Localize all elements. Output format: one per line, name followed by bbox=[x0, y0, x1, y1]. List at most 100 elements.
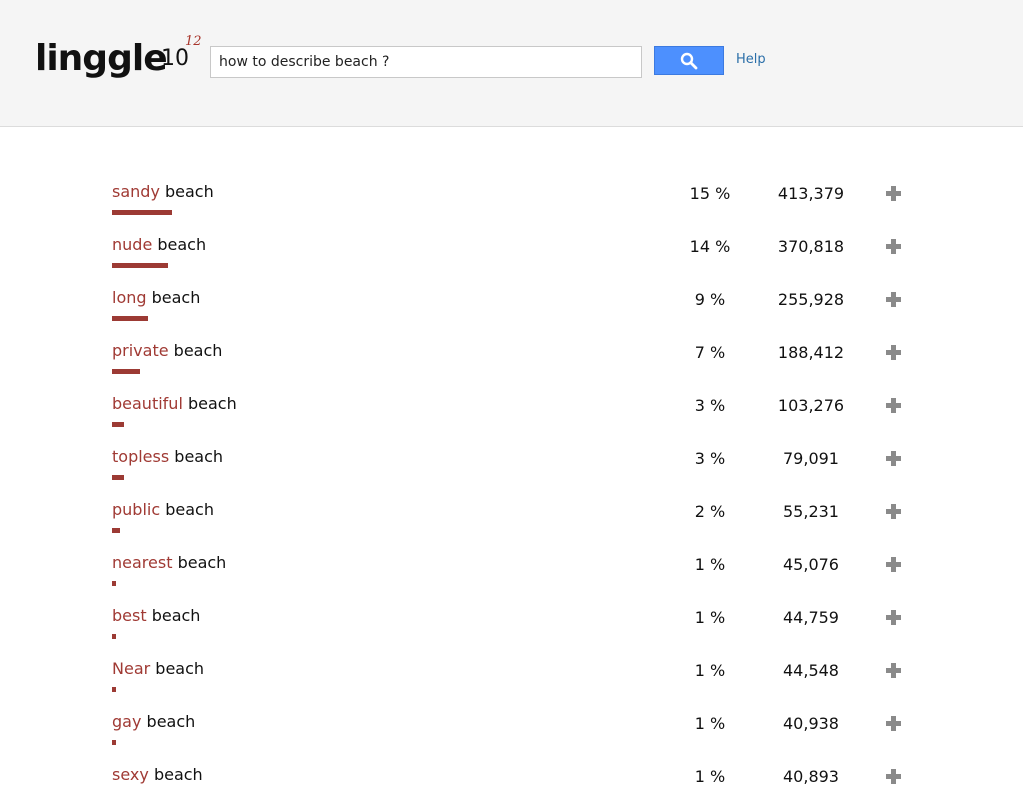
result-row: best beach 1 % 44,759 bbox=[0, 604, 1023, 657]
result-phrase[interactable]: sandy beach bbox=[112, 182, 214, 201]
result-row: public beach 2 % 55,231 bbox=[0, 498, 1023, 551]
frequency-bar bbox=[112, 369, 140, 374]
frequency-bar bbox=[112, 422, 124, 427]
result-percent: 1 % bbox=[694, 608, 726, 627]
phrase-modifier: sexy bbox=[112, 765, 149, 784]
result-row: sexy beach 1 % 40,893 bbox=[0, 763, 1023, 793]
result-percent: 1 % bbox=[694, 767, 726, 786]
phrase-head: beach bbox=[173, 341, 223, 360]
phrase-head: beach bbox=[165, 182, 214, 201]
result-count: 44,759 bbox=[783, 608, 839, 627]
phrase-modifier: public bbox=[112, 500, 161, 519]
expand-plus-icon[interactable] bbox=[886, 451, 902, 467]
phrase-modifier: best bbox=[112, 606, 147, 625]
result-phrase[interactable]: Near beach bbox=[112, 659, 204, 678]
expand-plus-icon[interactable] bbox=[886, 504, 902, 520]
result-count: 103,276 bbox=[777, 396, 845, 415]
result-percent: 1 % bbox=[694, 555, 726, 574]
header-bar: linggle 10 12 Help bbox=[0, 0, 1023, 127]
result-phrase[interactable]: nearest beach bbox=[112, 553, 226, 572]
result-count: 45,076 bbox=[783, 555, 839, 574]
phrase-head: beach bbox=[187, 394, 237, 413]
frequency-bar bbox=[112, 581, 116, 586]
expand-plus-icon[interactable] bbox=[886, 239, 902, 255]
phrase-modifier: Near bbox=[112, 659, 151, 678]
phrase-head: beach bbox=[155, 659, 205, 678]
result-phrase[interactable]: private beach bbox=[112, 341, 222, 360]
result-row: gay beach 1 % 40,938 bbox=[0, 710, 1023, 763]
help-link[interactable]: Help bbox=[736, 52, 766, 67]
logo-exponent: 12 bbox=[185, 34, 202, 49]
phrase-modifier: topless bbox=[112, 447, 170, 466]
frequency-bar bbox=[112, 475, 124, 480]
result-phrase[interactable]: topless beach bbox=[112, 447, 223, 466]
expand-plus-icon[interactable] bbox=[886, 663, 902, 679]
expand-plus-icon[interactable] bbox=[886, 769, 902, 785]
phrase-modifier: private bbox=[112, 341, 169, 360]
result-row: nearest beach 1 % 45,076 bbox=[0, 551, 1023, 604]
expand-plus-icon[interactable] bbox=[886, 398, 902, 414]
result-phrase[interactable]: public beach bbox=[112, 500, 214, 519]
expand-plus-icon[interactable] bbox=[886, 292, 902, 308]
result-percent: 3 % bbox=[694, 396, 726, 415]
phrase-head: beach bbox=[153, 765, 203, 784]
result-percent: 2 % bbox=[694, 502, 726, 521]
result-count: 40,938 bbox=[783, 714, 839, 733]
expand-plus-icon[interactable] bbox=[886, 557, 902, 573]
result-percent: 15 % bbox=[689, 184, 731, 203]
results-list: sandy beach 15 % 413,379 nude beach 14 % 370,… bbox=[0, 180, 1023, 793]
result-count: 79,091 bbox=[783, 449, 839, 468]
result-percent: 1 % bbox=[694, 661, 726, 680]
phrase-head: beach bbox=[151, 606, 201, 625]
result-count: 413,379 bbox=[777, 184, 845, 203]
result-phrase[interactable]: sexy beach bbox=[112, 765, 203, 784]
frequency-bar bbox=[112, 263, 168, 268]
result-row: beautiful beach 3 % 103,276 bbox=[0, 392, 1023, 445]
result-count: 188,412 bbox=[777, 343, 845, 362]
linggle-logo[interactable]: linggle 10 12 bbox=[35, 34, 205, 86]
result-row: nude beach 14 % 370,818 bbox=[0, 233, 1023, 286]
result-phrase[interactable]: long beach bbox=[112, 288, 200, 307]
phrase-head: beach bbox=[165, 500, 214, 519]
frequency-bar bbox=[112, 634, 116, 639]
expand-plus-icon[interactable] bbox=[886, 716, 902, 732]
phrase-modifier: beautiful bbox=[112, 394, 183, 413]
phrase-modifier: nearest bbox=[112, 553, 173, 572]
phrase-modifier: long bbox=[112, 288, 147, 307]
search-icon bbox=[680, 52, 698, 69]
expand-plus-icon[interactable] bbox=[886, 610, 902, 626]
result-count: 255,928 bbox=[777, 290, 845, 309]
phrase-head: beach bbox=[146, 712, 196, 731]
result-phrase[interactable]: beautiful beach bbox=[112, 394, 237, 413]
logo-wordmark: linggle bbox=[35, 38, 168, 79]
phrase-modifier: sandy bbox=[112, 182, 160, 201]
result-percent: 9 % bbox=[694, 290, 726, 309]
phrase-head: beach bbox=[157, 235, 207, 254]
expand-plus-icon[interactable] bbox=[886, 186, 902, 202]
result-count: 44,548 bbox=[783, 661, 839, 680]
result-count: 370,818 bbox=[777, 237, 845, 256]
result-row: sandy beach 15 % 413,379 bbox=[0, 180, 1023, 233]
search-input[interactable] bbox=[210, 46, 642, 78]
result-percent: 7 % bbox=[694, 343, 726, 362]
phrase-head: beach bbox=[151, 288, 201, 307]
frequency-bar bbox=[112, 210, 172, 215]
phrase-head: beach bbox=[177, 553, 227, 572]
result-phrase[interactable]: gay beach bbox=[112, 712, 195, 731]
result-row: long beach 9 % 255,928 bbox=[0, 286, 1023, 339]
phrase-modifier: nude bbox=[112, 235, 153, 254]
frequency-bar bbox=[112, 740, 116, 745]
result-percent: 14 % bbox=[689, 237, 731, 256]
result-percent: 1 % bbox=[694, 714, 726, 733]
result-count: 40,893 bbox=[783, 767, 839, 786]
result-phrase[interactable]: nude beach bbox=[112, 235, 206, 254]
result-row: topless beach 3 % 79,091 bbox=[0, 445, 1023, 498]
phrase-head: beach bbox=[174, 447, 224, 466]
result-count: 55,231 bbox=[783, 502, 839, 521]
result-phrase[interactable]: best beach bbox=[112, 606, 200, 625]
frequency-bar bbox=[112, 528, 120, 533]
frequency-bar bbox=[112, 316, 148, 321]
search-button[interactable] bbox=[654, 46, 724, 75]
result-row: Near beach 1 % 44,548 bbox=[0, 657, 1023, 710]
expand-plus-icon[interactable] bbox=[886, 345, 902, 361]
